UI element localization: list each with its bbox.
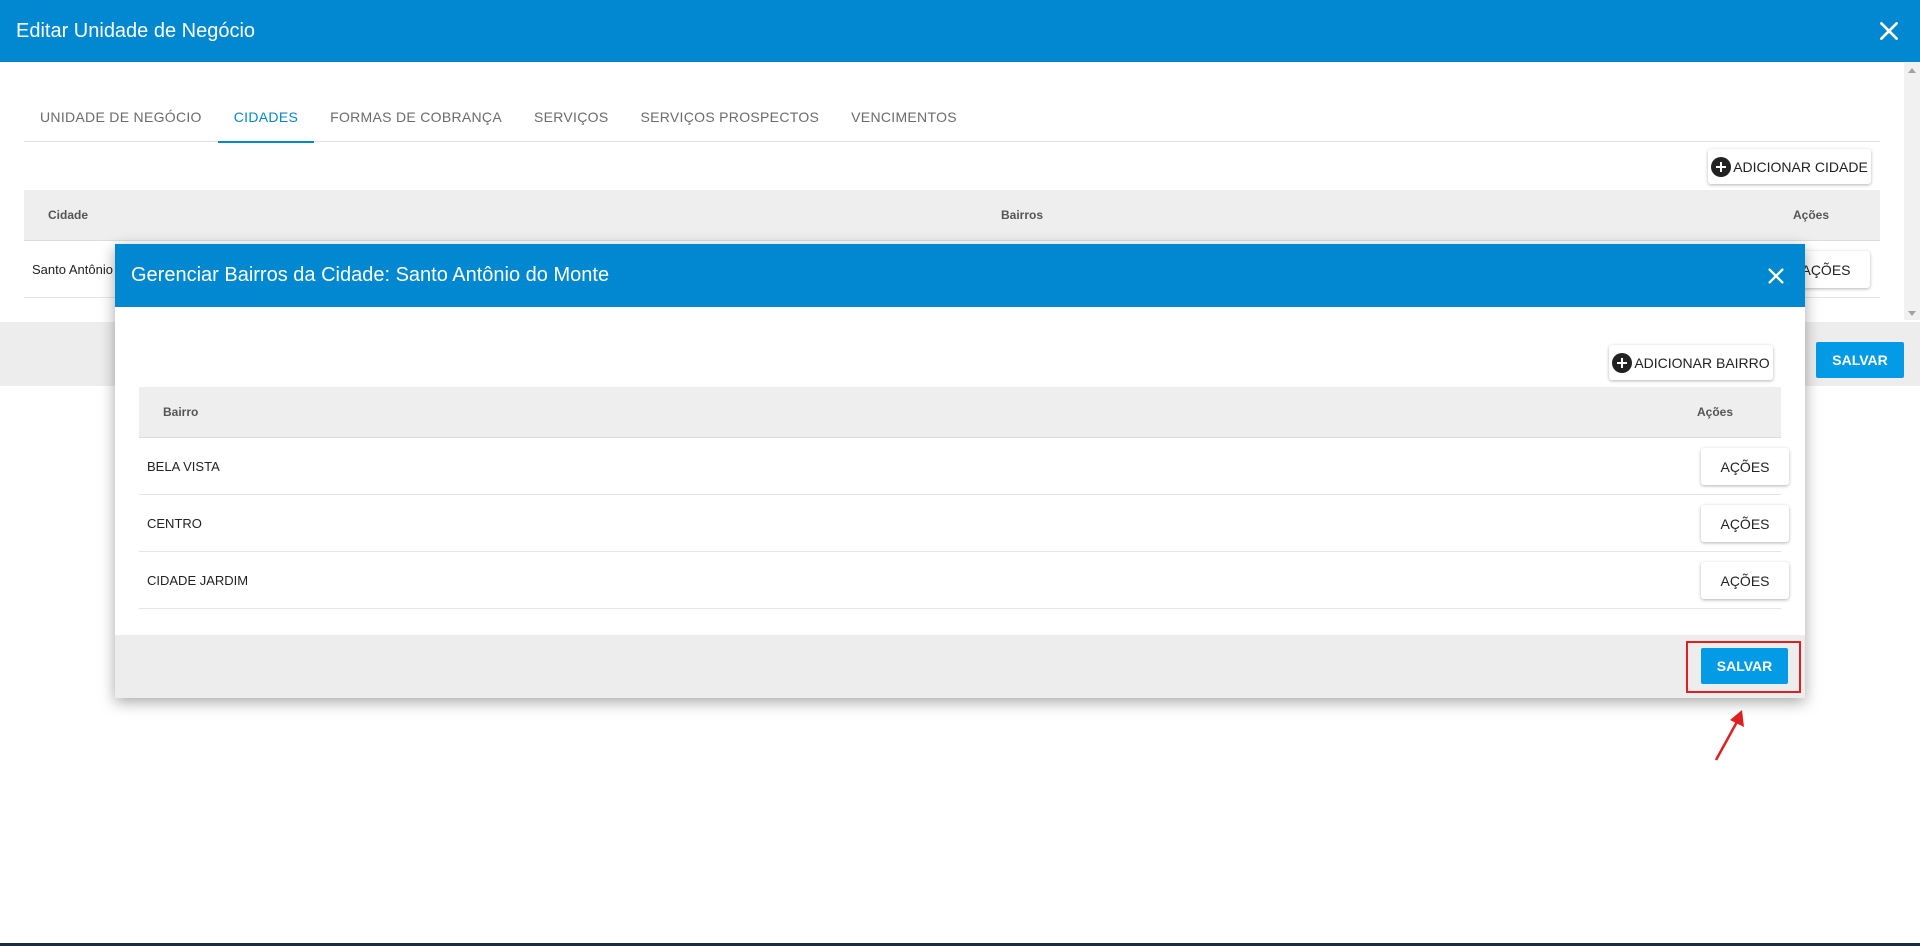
bairro-acoes-button[interactable]: AÇÕES — [1701, 562, 1789, 599]
city-name: Santo Antônio — [32, 262, 113, 277]
header-cidade: Cidade — [48, 208, 89, 222]
bairros-dialog: Gerenciar Bairros da Cidade: Santo Antôn… — [115, 244, 1805, 698]
bairro-name: CENTRO — [147, 516, 202, 531]
plus-circle-icon — [1711, 156, 1732, 177]
plus-circle-icon — [1612, 352, 1633, 373]
tab-vencimentos[interactable]: VENCIMENTOS — [835, 98, 973, 142]
tab-unidade-de-negocio[interactable]: UNIDADE DE NEGÓCIO — [24, 98, 218, 142]
inner-dialog-header: Gerenciar Bairros da Cidade: Santo Antôn… — [115, 244, 1805, 307]
vertical-scrollbar[interactable] — [1904, 62, 1920, 320]
add-city-button[interactable]: ADICIONAR CIDADE — [1708, 149, 1871, 184]
outer-dialog-title: Editar Unidade de Negócio — [16, 19, 256, 42]
header-bairros: Bairros — [1001, 208, 1044, 222]
add-bairro-label: ADICIONAR BAIRRO — [1634, 354, 1770, 371]
table-row: CIDADE JARDIM AÇÕES — [139, 552, 1789, 609]
scroll-down-icon[interactable] — [1908, 311, 1916, 316]
scroll-up-icon[interactable] — [1908, 68, 1916, 73]
highlight-box — [1686, 641, 1801, 693]
outer-save-button[interactable]: SALVAR — [1816, 342, 1904, 378]
add-city-label: ADICIONAR CIDADE — [1733, 158, 1868, 175]
inner-dialog-footer — [115, 635, 1805, 698]
header-acoes: Ações — [1793, 208, 1830, 222]
tab-servicos[interactable]: SERVIÇOS — [518, 98, 625, 142]
outer-dialog-header: Editar Unidade de Negócio — [0, 0, 1920, 62]
close-icon[interactable] — [1765, 265, 1787, 287]
arrow-annotation — [1714, 710, 1744, 761]
tab-cidades[interactable]: CIDADES — [217, 98, 315, 143]
bairro-acoes-button[interactable]: AÇÕES — [1701, 505, 1789, 542]
tab-bar: UNIDADE DE NEGÓCIO CIDADES FORMAS DE COB… — [24, 98, 1880, 143]
inner-dialog-title: Gerenciar Bairros da Cidade: Santo Antôn… — [131, 264, 610, 286]
tab-servicos-prospectos[interactable]: SERVIÇOS PROSPECTOS — [624, 98, 835, 142]
header-bairro: Bairro — [163, 405, 199, 419]
tab-formas-de-cobranca[interactable]: FORMAS DE COBRANÇA — [314, 98, 518, 142]
add-bairro-button[interactable]: ADICIONAR BAIRRO — [1609, 345, 1773, 380]
bairro-name: BELA VISTA — [147, 459, 220, 474]
city-table-header: Cidade Bairros Ações — [24, 190, 1880, 241]
bairro-acoes-button[interactable]: AÇÕES — [1701, 448, 1789, 485]
close-icon[interactable] — [1876, 18, 1902, 44]
header-acoes: Ações — [1697, 405, 1734, 419]
bairro-table-header: Bairro Ações — [139, 387, 1781, 438]
table-row: CENTRO AÇÕES — [139, 495, 1789, 552]
bairro-name: CIDADE JARDIM — [147, 573, 249, 588]
table-row: BELA VISTA AÇÕES — [139, 438, 1789, 495]
